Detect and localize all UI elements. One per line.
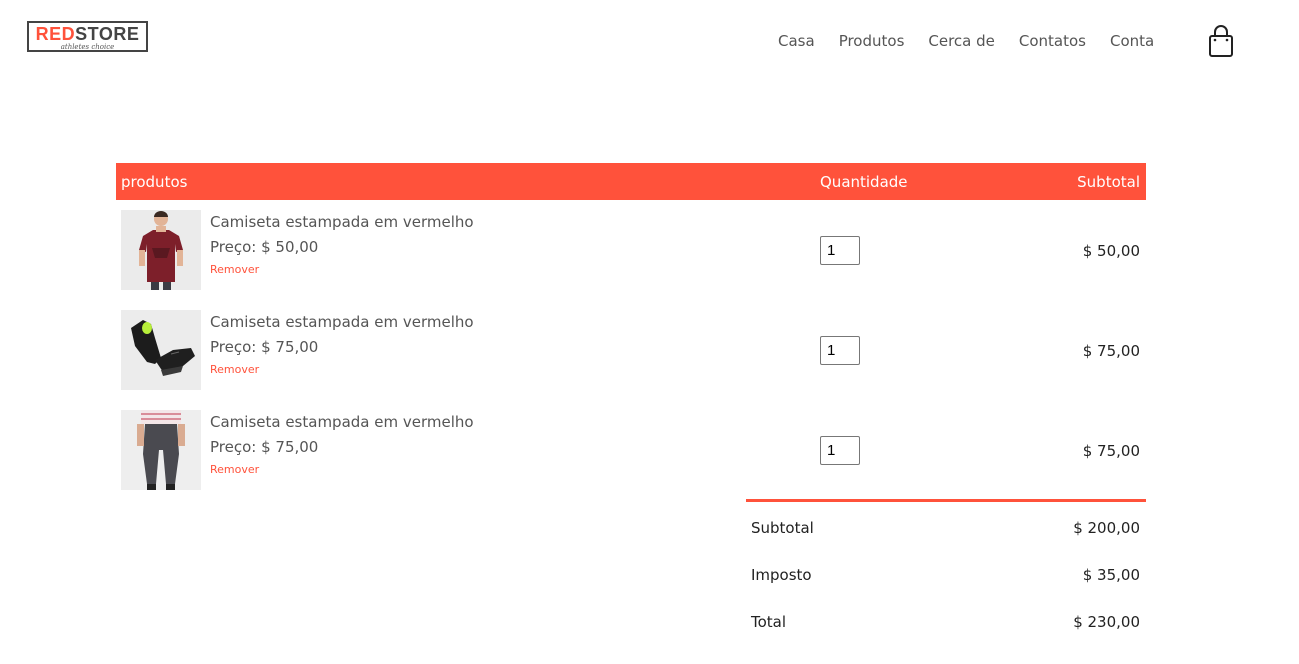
totals-row-total: Total $ 230,00 bbox=[746, 596, 1146, 643]
totals-row-tax: Imposto $ 35,00 bbox=[746, 549, 1146, 596]
remove-link[interactable]: Remover bbox=[210, 263, 259, 277]
nav-link-conta[interactable]: Conta bbox=[1110, 30, 1154, 52]
subtotal-value: $ 200,00 bbox=[1073, 519, 1140, 537]
cart-row: Camiseta estampada em vermelho Preço: $ … bbox=[116, 400, 1146, 500]
total-label: Total bbox=[751, 613, 787, 631]
nav-link-cerca-de[interactable]: Cerca de bbox=[928, 30, 995, 52]
product-info: Camiseta estampada em vermelho Preço: $ … bbox=[210, 212, 474, 277]
store-logo[interactable]: REDSTORE athletes choice bbox=[27, 21, 148, 52]
row-subtotal: $ 75,00 bbox=[1082, 342, 1140, 360]
shopping-bag-icon[interactable] bbox=[1207, 25, 1235, 59]
logo-tagline: athletes choice bbox=[60, 43, 115, 51]
totals-box: Subtotal $ 200,00 Imposto $ 35,00 Total … bbox=[746, 499, 1146, 643]
nav-link-casa[interactable]: Casa bbox=[778, 30, 815, 52]
totals-row-subtotal: Subtotal $ 200,00 bbox=[746, 502, 1146, 549]
row-subtotal: $ 75,00 bbox=[1082, 442, 1140, 460]
product-image-red-tshirt[interactable] bbox=[121, 210, 201, 290]
nav-link-produtos[interactable]: Produtos bbox=[839, 30, 905, 52]
cart-table: produtos Quantidade Subtotal Camiseta es… bbox=[116, 163, 1146, 500]
row-subtotal: $ 50,00 bbox=[1082, 242, 1140, 260]
column-header-quantity: Quantidade bbox=[820, 173, 908, 191]
product-image-black-sneakers[interactable] bbox=[121, 310, 201, 390]
product-price: Preço: $ 75,00 bbox=[210, 338, 319, 356]
product-info: Camiseta estampada em vermelho Preço: $ … bbox=[210, 412, 474, 477]
total-value: $ 230,00 bbox=[1073, 613, 1140, 631]
remove-link[interactable]: Remover bbox=[210, 363, 259, 377]
product-info: Camiseta estampada em vermelho Preço: $ … bbox=[210, 312, 474, 377]
quantity-input[interactable] bbox=[820, 436, 860, 465]
tax-label: Imposto bbox=[751, 566, 812, 584]
column-header-subtotal: Subtotal bbox=[1077, 173, 1140, 191]
tax-value: $ 35,00 bbox=[1082, 566, 1140, 584]
column-header-products: produtos bbox=[121, 173, 188, 191]
subtotal-label: Subtotal bbox=[751, 519, 814, 537]
product-image-grey-joggers[interactable] bbox=[121, 410, 201, 490]
cart-row: Camiseta estampada em vermelho Preço: $ … bbox=[116, 200, 1146, 300]
product-name: Camiseta estampada em vermelho bbox=[210, 213, 474, 231]
cart-table-header: produtos Quantidade Subtotal bbox=[116, 163, 1146, 200]
product-name: Camiseta estampada em vermelho bbox=[210, 313, 474, 331]
remove-link[interactable]: Remover bbox=[210, 463, 259, 477]
cart-row: Camiseta estampada em vermelho Preço: $ … bbox=[116, 300, 1146, 400]
main-nav: Casa Produtos Cerca de Contatos Conta bbox=[778, 30, 1178, 52]
logo-wordmark: REDSTORE bbox=[35, 24, 140, 44]
nav-link-contatos[interactable]: Contatos bbox=[1019, 30, 1086, 52]
product-price: Preço: $ 75,00 bbox=[210, 438, 319, 456]
quantity-input[interactable] bbox=[820, 336, 860, 365]
product-price: Preço: $ 50,00 bbox=[210, 238, 319, 256]
quantity-input[interactable] bbox=[820, 236, 860, 265]
product-name: Camiseta estampada em vermelho bbox=[210, 413, 474, 431]
